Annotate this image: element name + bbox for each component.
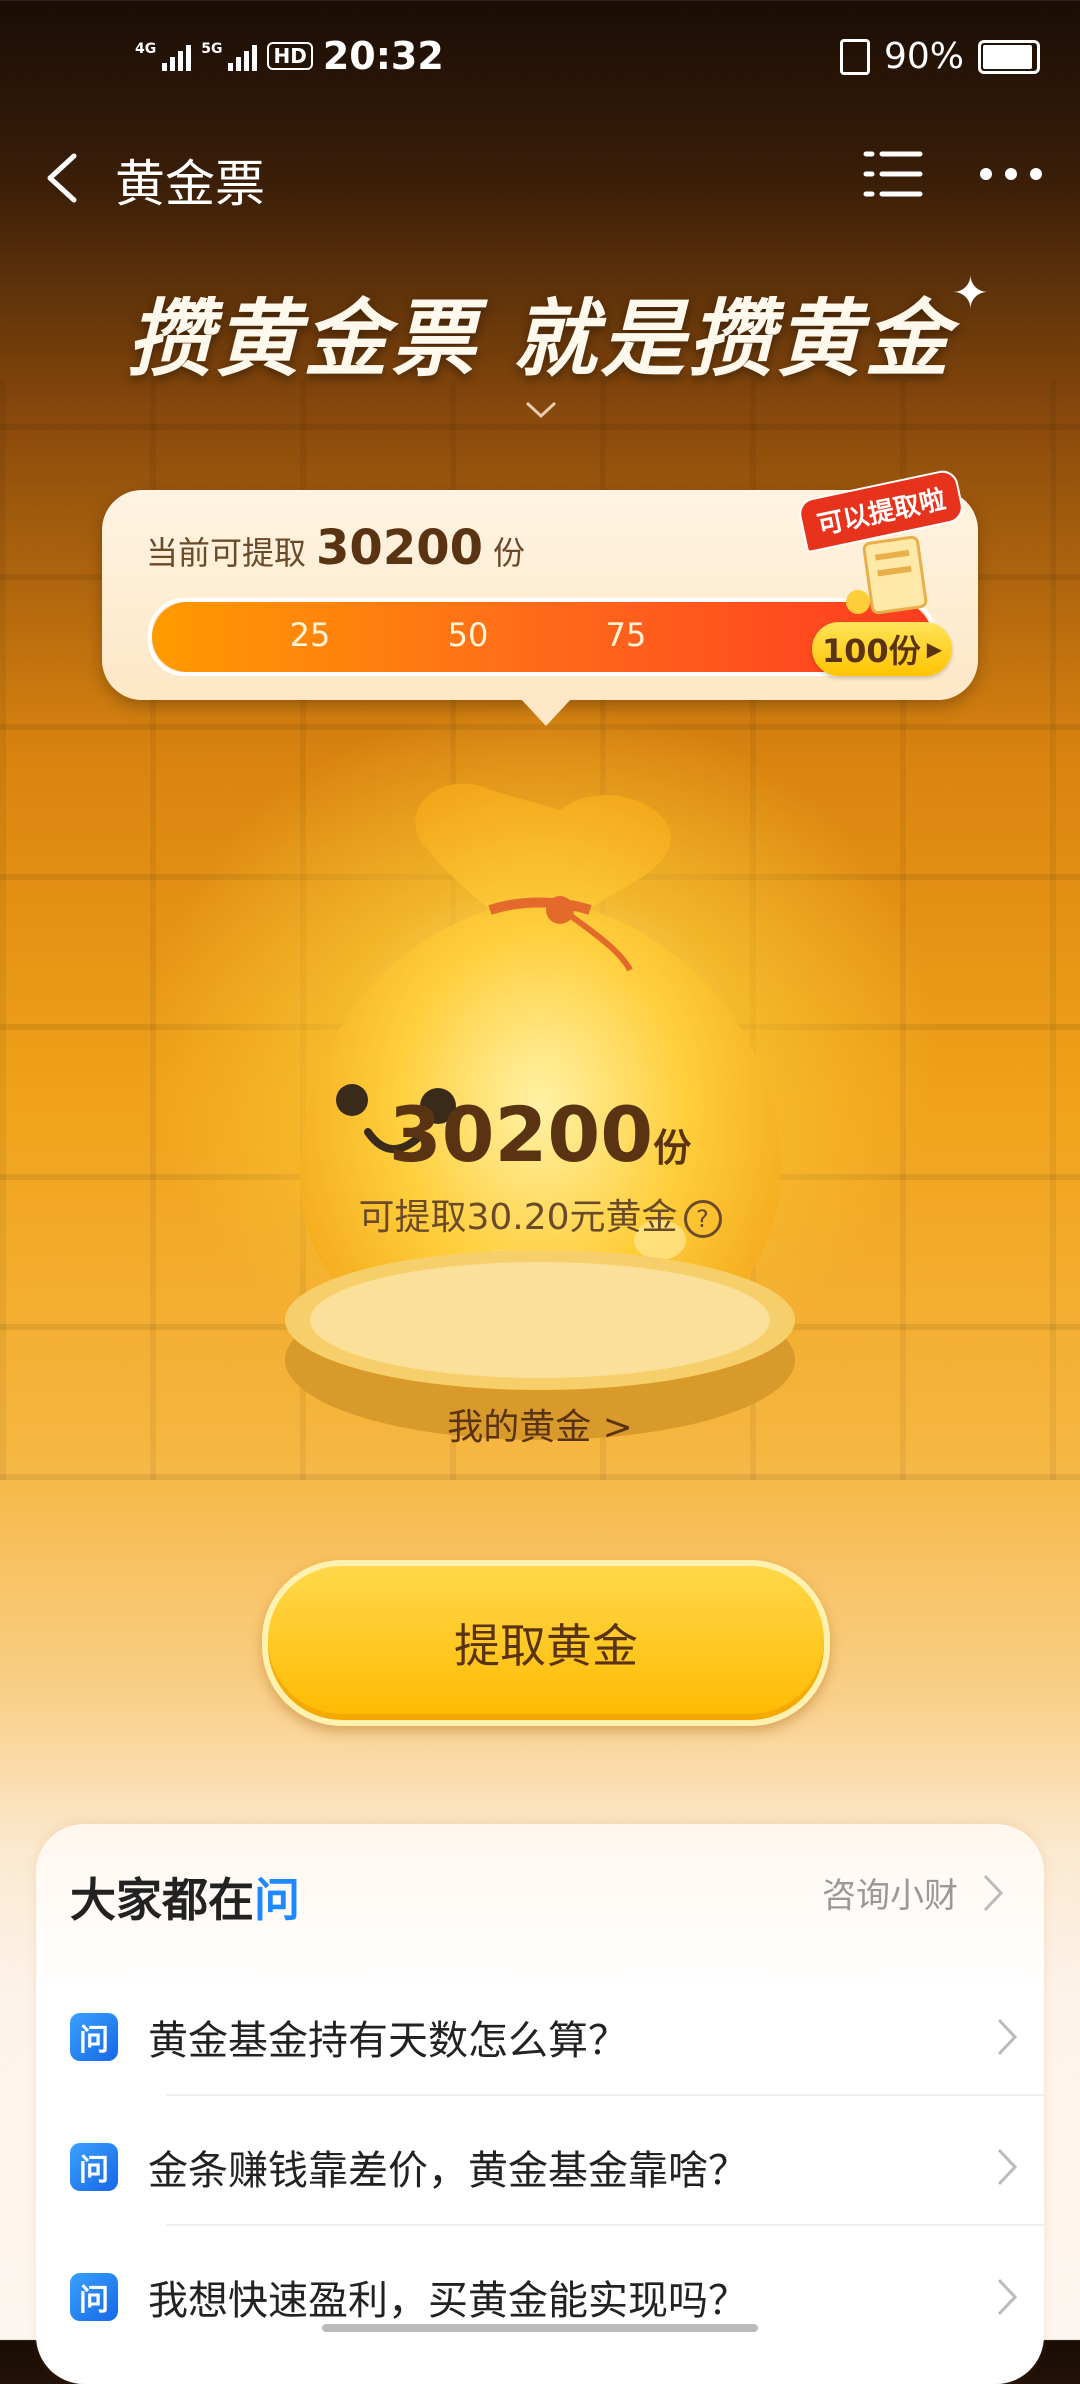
available-number: 30200: [316, 520, 484, 576]
chevron-right-icon: [997, 2278, 1018, 2316]
question-text: 金条赚钱靠差价，黄金基金靠啥？: [148, 2148, 748, 2194]
sparkle-icon: ✦: [952, 268, 989, 319]
tick-50: 50: [447, 616, 489, 654]
qa-title: 大家都在问: [70, 1864, 300, 1930]
headline: 攒黄金票 就是攒黄金: [127, 290, 953, 388]
balance-amount: 30200份: [0, 1090, 1080, 1179]
vibrate-icon: [839, 38, 870, 75]
signal-5g-label: 5G: [201, 41, 223, 57]
signal-4g-label: 4G: [135, 41, 157, 57]
status-right: 90%: [839, 36, 1040, 77]
question-icon: 问: [70, 2143, 118, 2191]
status-bar: 4G 5G HD 20:32 90%: [0, 0, 1080, 120]
consult-label: 咨询小财: [822, 1876, 958, 1916]
tick-75: 75: [605, 616, 647, 654]
question-row[interactable]: 问 我想快速盈利，买黄金能实现吗？: [70, 2232, 1020, 2362]
divider: [166, 2224, 1044, 2226]
qa-card: 大家都在问 咨询小财 问 黄金基金持有天数怎么算？ 问 金条赚钱靠差价，黄金基金…: [36, 1824, 1044, 2384]
nav-bar: 黄金票: [0, 130, 1080, 230]
list-menu-icon[interactable]: [862, 146, 924, 202]
question-row[interactable]: 问 黄金基金持有天数怎么算？: [70, 1972, 1020, 2102]
balance-subtitle-text: 可提取30.20元黄金: [358, 1197, 678, 1238]
tick-25: 25: [289, 616, 331, 654]
available-unit: 份: [493, 534, 526, 572]
page-title: 黄金票: [115, 155, 265, 213]
available-amount: 当前可提取 30200 份: [146, 520, 525, 576]
help-icon[interactable]: ?: [683, 1200, 722, 1238]
status-left: 4G 5G HD 20:32: [135, 34, 444, 78]
signal-4g-icon: 4G: [135, 41, 192, 71]
progress-card: 当前可提取 30200 份 25 50 75 100份 ▶ ✦ 可以提取啦: [102, 467, 978, 726]
balance-number: 30200: [388, 1090, 654, 1179]
available-label: 当前可提取: [146, 534, 307, 572]
battery-icon: [978, 39, 1040, 74]
divider: [166, 2094, 1044, 2096]
battery-percent: 90%: [883, 36, 964, 77]
chevron-down-icon[interactable]: [524, 400, 558, 420]
qa-title-accent: 问: [254, 1873, 300, 1927]
qa-title-main: 大家都在: [70, 1873, 254, 1927]
more-options-icon[interactable]: [976, 146, 1046, 202]
question-text: 我想快速盈利，买黄金能实现吗？: [148, 2278, 748, 2324]
signal-5g-icon: 5G: [201, 41, 258, 71]
question-icon: 问: [70, 2273, 118, 2321]
question-row[interactable]: 问 金条赚钱靠差价，黄金基金靠啥？: [70, 2102, 1020, 2232]
play-triangle-icon: ▶: [926, 637, 943, 661]
goal-label: 100份: [821, 632, 921, 670]
consult-link[interactable]: 咨询小财: [822, 1868, 1004, 1917]
goal-pill[interactable]: 100份 ▶: [812, 622, 952, 676]
home-indicator[interactable]: [322, 2324, 758, 2332]
withdraw-gold-button[interactable]: 提取黄金: [262, 1560, 830, 1726]
my-gold-link[interactable]: 我的黄金 >: [0, 1398, 1080, 1450]
chevron-right-icon: [997, 2018, 1018, 2056]
question-icon: 问: [70, 2013, 118, 2061]
progress-bar: 25 50 75 100份 ▶: [148, 598, 952, 676]
chevron-right-icon: [997, 2148, 1018, 2186]
hd-icon: HD: [267, 42, 313, 70]
back-arrow-icon[interactable]: [36, 148, 96, 208]
status-time: 20:32: [322, 34, 444, 78]
balance-subtitle: 可提取30.20元黄金?: [0, 1188, 1080, 1240]
question-text: 黄金基金持有天数怎么算？: [148, 2018, 628, 2064]
chevron-right-icon: [983, 1874, 1004, 1911]
balance-unit: 份: [653, 1126, 692, 1170]
